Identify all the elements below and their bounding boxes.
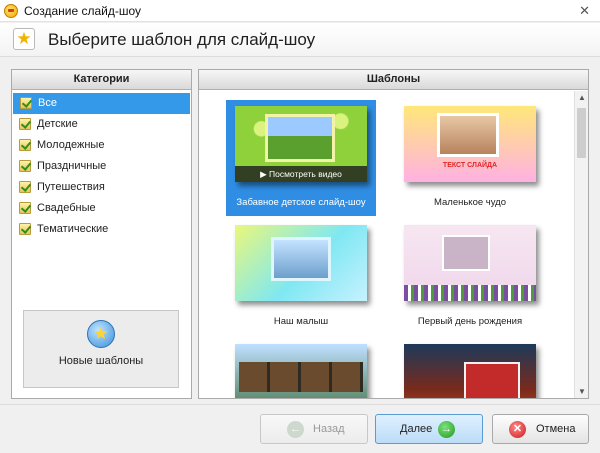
next-button[interactable]: Далее → [375,414,483,444]
category-label: Праздничные [37,160,107,172]
category-item-all[interactable]: Все [13,93,190,114]
template-tile-6[interactable] [395,338,545,398]
category-label: Детские [37,118,78,130]
category-item-travel[interactable]: Путешествия [12,177,191,198]
back-button[interactable]: ← Назад [260,414,368,444]
cancel-icon: ✕ [509,421,526,438]
checkbox-icon [19,181,31,193]
star-icon: ★ [13,28,35,50]
photo-frame [437,113,499,157]
window-title: Создание слайд-шоу [24,4,141,18]
thumb-text: ТЕКСТ СЛАЙДА [442,162,498,169]
category-item-holidays[interactable]: Праздничные [12,156,191,177]
category-item-kids[interactable]: Детские [12,114,191,135]
photo-frame [442,235,490,271]
template-tile-funny-kids[interactable]: ▶ Посмотреть видео Забавное детское слай… [226,100,376,216]
checkbox-icon [19,202,31,214]
photo-frame [265,114,335,162]
cancel-button-label: Отмена [536,423,576,435]
template-caption: Маленькое чудо [433,197,506,208]
checkbox-icon [19,223,31,235]
templates-grid: ▶ Посмотреть видео Забавное детское слай… [199,91,574,398]
category-list: Все Детские Молодежные Праздничные Путеш… [12,90,191,240]
category-label: Тематические [37,223,109,235]
template-thumbnail [404,344,536,398]
flowers-strip [404,285,536,301]
title-bar: Создание слайд-шоу ✕ [0,0,600,22]
category-item-wedding[interactable]: Свадебные [12,198,191,219]
template-tile-our-baby[interactable]: Наш малыш [226,219,376,335]
checkbox-icon [20,97,32,109]
categories-panel: Категории Все Детские Молодежные Праздни… [11,69,192,399]
footer-divider [0,404,600,405]
scroll-down-icon[interactable]: ▼ [575,385,588,398]
category-label: Все [38,97,57,109]
category-label: Свадебные [37,202,96,214]
cancel-button[interactable]: ✕ Отмена [492,414,589,444]
new-templates-button[interactable]: ★ Новые шаблоны [23,310,179,388]
template-caption: Забавное детское слайд-шоу [236,197,366,208]
templates-header: Шаблоны [199,70,588,90]
templates-panel: Шаблоны ▶ Посмотреть видео Забавное детс… [198,69,589,399]
new-star-icon: ★ [87,320,115,348]
template-thumbnail [235,225,367,301]
scroll-thumb[interactable] [577,108,586,158]
category-label: Молодежные [37,139,105,151]
watch-video-button[interactable]: ▶ Посмотреть видео [235,166,367,182]
categories-header: Категории [12,70,191,90]
category-label: Путешествия [37,181,105,193]
template-thumbnail: ▶ Посмотреть видео [235,106,367,182]
page-title: Выберите шаблон для слайд-шоу [48,30,316,49]
template-thumbnail [235,344,367,398]
back-arrow-icon: ← [287,421,304,438]
category-item-youth[interactable]: Молодежные [12,135,191,156]
scroll-up-icon[interactable]: ▲ [575,91,588,105]
close-icon[interactable]: ✕ [579,3,590,19]
next-button-label: Далее [400,423,433,435]
templates-scrollbar[interactable]: ▲ ▼ [574,91,588,398]
category-item-thematic[interactable]: Тематические [12,219,191,240]
back-button-label: Назад [313,423,345,435]
photo-frame [271,237,331,281]
photo-strip [239,362,363,392]
app-icon [4,4,18,18]
template-tile-5[interactable] [226,338,376,398]
template-thumbnail: ТЕКСТ СЛАЙДА [404,106,536,182]
template-thumbnail [404,225,536,301]
next-arrow-icon: → [438,421,455,438]
template-tile-first-birthday[interactable]: Первый день рождения [395,219,545,335]
photo-frame [464,362,520,398]
checkbox-icon [19,139,31,151]
template-tile-little-miracle[interactable]: ТЕКСТ СЛАЙДА Маленькое чудо [395,100,545,216]
template-caption: Первый день рождения [417,316,523,327]
checkbox-icon [19,118,31,130]
template-caption: Наш малыш [273,316,329,327]
page-header: ★ Выберите шаблон для слайд-шоу [0,23,600,57]
new-templates-label: Новые шаблоны [58,355,144,367]
checkbox-icon [19,160,31,172]
